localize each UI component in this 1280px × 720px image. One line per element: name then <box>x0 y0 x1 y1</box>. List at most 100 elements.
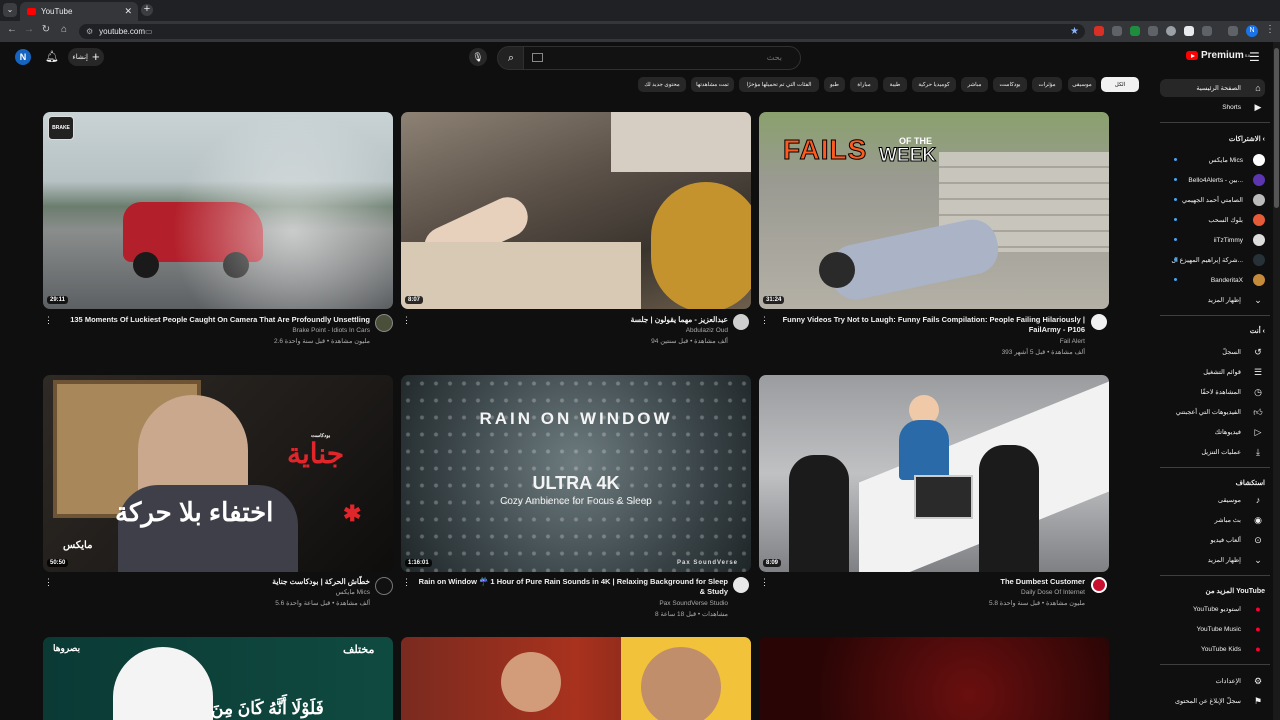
channel-avatar[interactable] <box>375 314 393 332</box>
channel-avatar[interactable] <box>733 577 749 593</box>
more-actions-icon[interactable]: ⋮ <box>760 315 769 326</box>
sidebar-item-watch-later[interactable]: المشاهدة لاحقًا ◷ <box>1160 383 1265 401</box>
sidebar-item-liked[interactable]: الفيديوهات التي أعجبتني 👍︎ <box>1160 403 1265 421</box>
extensions-puzzle-icon[interactable] <box>1202 26 1212 36</box>
extension-icon[interactable] <box>1130 26 1140 36</box>
channel-name[interactable]: Daily Dose Of Internet <box>773 588 1085 598</box>
new-tab-button[interactable]: + <box>141 4 153 16</box>
chip-live[interactable]: مباشر <box>961 77 988 92</box>
video-thumbnail[interactable]: 8:09 <box>759 375 1109 572</box>
extension-icon[interactable] <box>1148 26 1158 36</box>
video-thumbnail[interactable]: RAIN ON WINDOW ULTRA 4K Cozy Ambience fo… <box>401 375 751 572</box>
chip-match[interactable]: مباراة <box>850 77 878 92</box>
new-content-dot <box>1174 158 1177 161</box>
video-title[interactable]: خطّاش الحركة | بودكاست جناية <box>55 577 370 587</box>
chip-all[interactable]: الكل <box>1101 77 1139 92</box>
youtube-premium-logo[interactable]: Premium SA <box>1186 50 1250 61</box>
sidebar-show-more[interactable]: إظهار المزيد ⌄ <box>1160 291 1265 309</box>
browser-tab[interactable]: YouTube ✕ <box>20 2 138 21</box>
address-bar[interactable]: ⚙ youtube.com ▭ ★ <box>79 24 1085 39</box>
channel-avatar[interactable] <box>1091 577 1107 593</box>
more-actions-icon[interactable]: ⋮ <box>760 577 769 588</box>
sidebar-item-music[interactable]: موسيقى ♪ <box>1160 491 1265 509</box>
browser-menu-icon[interactable]: ⋮ <box>1263 24 1277 35</box>
you-heading[interactable]: أنت ‹ <box>1160 327 1265 335</box>
sidebar-item-your-videos[interactable]: فيديوهاتك ▷ <box>1160 423 1265 441</box>
more-actions-icon[interactable]: ⋮ <box>44 315 53 326</box>
video-thumbnail[interactable]: جناية بودكاست اختفاء بلا حركة ✱ مايكس 50… <box>43 375 393 572</box>
site-info-icon[interactable]: ⚙ <box>86 27 93 36</box>
sidebar-item-yt-music[interactable]: YouTube Music ● <box>1160 620 1265 638</box>
extension-icon[interactable] <box>1228 26 1238 36</box>
sidebar-item-history[interactable]: السجلّ ↺ <box>1160 343 1265 361</box>
extension-icon[interactable] <box>1184 26 1194 36</box>
extension-icon[interactable] <box>1166 26 1176 36</box>
chip-taiba[interactable]: طيبة <box>883 77 907 92</box>
chip-tabo[interactable]: طبو <box>824 77 845 92</box>
bookmark-star-icon[interactable]: ★ <box>1070 26 1079 37</box>
channel-name[interactable]: Abdulaziz Oud <box>415 326 728 336</box>
channel-name[interactable]: Brake Point - Idiots In Cars <box>55 326 370 336</box>
sidebar-explore-more[interactable]: إظهار المزيد ⌄ <box>1160 551 1265 569</box>
more-actions-icon[interactable]: ⋮ <box>402 315 411 326</box>
channel-name[interactable]: Pax SoundVerse Studio <box>415 599 728 609</box>
chip-music[interactable]: موسيقى <box>1068 77 1096 92</box>
sidebar-item-shorts[interactable]: Shorts ▶ <box>1160 98 1265 116</box>
cast-icon[interactable]: ▭ <box>145 27 153 36</box>
sidebar-item-studio[interactable]: YouTube استوديو ● <box>1160 600 1265 618</box>
chip-mixes[interactable]: مؤثرات <box>1032 77 1062 92</box>
sidebar-item-home[interactable]: الصفحة الرئيسية ⌂ <box>1160 79 1265 97</box>
chip-watched[interactable]: تمت مشاهدتها <box>691 77 734 92</box>
create-button[interactable]: إنشاء + <box>68 48 104 66</box>
chip-new-to-you[interactable]: محتوى جديد لك <box>638 77 686 92</box>
video-title[interactable]: 135 Moments Of Luckiest People Caught On… <box>55 315 370 325</box>
guide-menu-icon[interactable]: ☰ <box>1249 50 1260 64</box>
sidebar-item-playlists[interactable]: قوائم التشغيل ☰ <box>1160 363 1265 381</box>
chip-action-comedy[interactable]: كوميديا حركية <box>912 77 956 92</box>
video-thumbnail[interactable]: 8:07 <box>401 112 751 309</box>
sidebar-item-live[interactable]: بث مباشر ◉ <box>1160 511 1265 529</box>
channel-avatar[interactable] <box>375 577 393 595</box>
video-thumbnail[interactable]: BRAKE 29:11 <box>43 112 393 309</box>
tab-search-button[interactable]: ⌄ <box>3 3 17 17</box>
channel-avatar[interactable] <box>733 314 749 330</box>
home-icon[interactable]: ⌂ <box>57 24 71 35</box>
video-thumbnail[interactable]: بصروها فَلَوْلَا أَنَّهُ كَانَ مِنَ مختل… <box>43 637 393 720</box>
video-title[interactable]: The Dumbest Customer <box>773 577 1085 587</box>
browser-profile-avatar[interactable]: N <box>1246 25 1258 37</box>
chip-podcasts[interactable]: بودكاست <box>993 77 1027 92</box>
voice-search-mic-icon[interactable]: 🎙︎ <box>469 48 487 66</box>
account-avatar[interactable]: N <box>15 49 31 65</box>
video-title[interactable]: Rain on Window ☔ 1 Hour of Pure Rain Sou… <box>415 577 728 597</box>
more-actions-icon[interactable]: ⋮ <box>44 577 53 588</box>
notifications-bell-icon[interactable]: 🔔︎ <box>45 50 59 63</box>
more-actions-icon[interactable]: ⋮ <box>402 577 411 588</box>
video-thumbnail[interactable]: FAILS OF THE WEEK 31:24 <box>759 112 1109 309</box>
extension-icon[interactable] <box>1112 26 1122 36</box>
keyboard-icon[interactable] <box>532 53 543 62</box>
video-title[interactable]: Funny Videos Try Not to Laugh: Funny Fai… <box>773 315 1085 335</box>
sidebar-item-yt-kids[interactable]: YouTube Kids ● <box>1160 640 1265 658</box>
forward-icon[interactable]: → <box>22 24 36 35</box>
video-thumbnail[interactable] <box>401 637 751 720</box>
sidebar-item-downloads[interactable]: عمليات التنزيل ⤓ <box>1160 443 1265 461</box>
scrollbar-thumb[interactable] <box>1274 48 1279 208</box>
close-tab-icon[interactable]: ✕ <box>124 6 132 17</box>
reload-icon[interactable]: ↻ <box>39 24 53 35</box>
channel-avatar[interactable] <box>1091 314 1107 330</box>
subscriptions-heading[interactable]: الاشتراكات ‹ <box>1160 135 1265 143</box>
channel-name[interactable]: Fail Alert <box>773 337 1085 347</box>
sidebar-item-settings[interactable]: الإعدادات ⚙ <box>1160 672 1265 690</box>
chip-recently-uploaded[interactable]: الفئات التي تم تحميلها مؤخرًا <box>739 77 819 92</box>
video-title[interactable]: عبدالعزيز - مهما يقولون | جلسة <box>415 315 728 325</box>
back-icon[interactable]: ← <box>5 24 19 35</box>
extension-icon[interactable] <box>1094 26 1104 36</box>
channel-name[interactable]: مايكس Mics <box>55 588 370 598</box>
search-box[interactable] <box>523 46 801 70</box>
sidebar-item-report-history[interactable]: سجلّ الإبلاغ عن المحتوى ⚑ <box>1160 692 1265 710</box>
thumb-head <box>819 252 855 288</box>
search-input[interactable] <box>524 47 790 68</box>
search-button[interactable]: ⌕ <box>497 46 525 70</box>
video-thumbnail[interactable] <box>759 637 1109 720</box>
sidebar-item-gaming[interactable]: ألعاب فيديو ⊙ <box>1160 531 1265 549</box>
